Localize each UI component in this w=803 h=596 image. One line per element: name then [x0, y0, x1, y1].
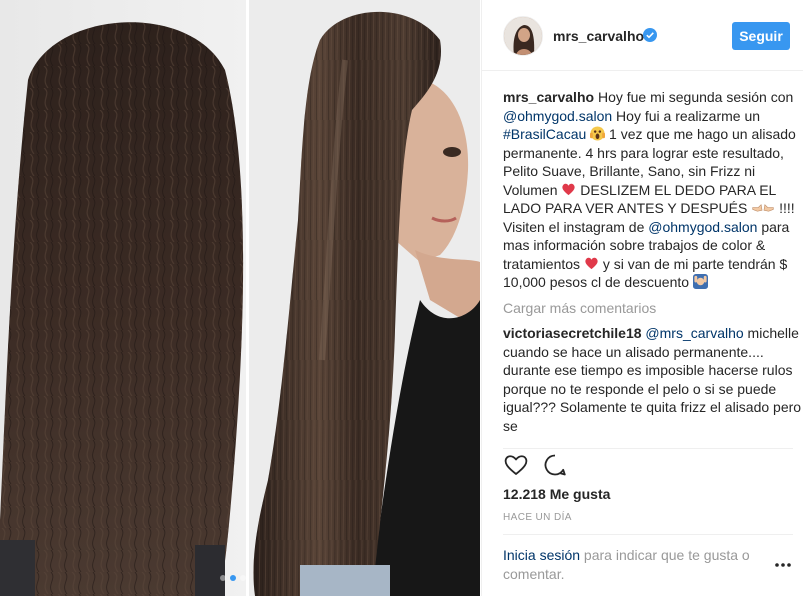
post-username[interactable]: mrs_carvalho — [553, 28, 644, 44]
pointing-hands-emoji-icon — [752, 204, 774, 212]
heart-emoji-icon — [585, 257, 598, 269]
caption-text: Hoy fue mi segunda sesión con — [594, 89, 794, 105]
before-after-hair-photo — [0, 0, 480, 596]
post-side-panel: mrs_carvalho Seguir mrs_carvalho Hoy fue… — [481, 0, 803, 596]
caption: mrs_carvalho Hoy fue mi segunda sesión c… — [503, 88, 803, 292]
login-prompt: Inicia sesión para indicar que te gusta … — [503, 546, 773, 584]
caption-text: Hoy fui a realizarme un — [612, 107, 761, 124]
comments-list: mrs_carvalho Hoy fue mi segunda sesión c… — [503, 88, 803, 443]
heart-emoji-icon — [562, 183, 576, 195]
likes-count[interactable]: 12.218 Me gusta — [503, 486, 610, 502]
carousel-dot-3 — [240, 575, 246, 581]
carousel-indicator — [220, 575, 246, 581]
login-link[interactable]: Inicia sesión — [503, 547, 580, 563]
carousel-dot-2 — [230, 575, 236, 581]
footer-divider — [503, 534, 793, 535]
comment-mention[interactable]: @mrs_carvalho — [645, 325, 743, 341]
comment-username[interactable]: victoriasecretchile18 — [503, 325, 642, 341]
more-options-icon[interactable] — [774, 562, 792, 568]
caption-hashtag[interactable]: #BrasilCacau — [503, 126, 586, 142]
comment-text: michelle cuando se hace un alisado perma… — [503, 325, 802, 434]
carousel-dot-1 — [220, 575, 226, 581]
scream-emoji-icon — [590, 126, 606, 141]
post-header: mrs_carvalho Seguir — [482, 0, 803, 71]
comment-item: victoriasecretchile18 @mrs_carvalho mich… — [503, 324, 803, 435]
post-image[interactable] — [0, 0, 480, 596]
actions-divider — [503, 448, 793, 450]
raised-hands-emoji-icon — [692, 274, 708, 289]
avatar[interactable] — [503, 16, 543, 56]
heart-icon[interactable] — [503, 452, 529, 478]
follow-button[interactable]: Seguir — [732, 22, 790, 50]
caption-username[interactable]: mrs_carvalho — [503, 89, 594, 105]
load-more-comments-link[interactable]: Cargar más comentarios — [503, 299, 803, 318]
verified-badge-icon — [643, 28, 657, 42]
avatar-photo — [504, 17, 542, 55]
comment-bubble-icon[interactable] — [542, 452, 568, 478]
post-timestamp: HACE UN DÍA — [503, 512, 572, 523]
caption-mention[interactable]: @ohmygod.salon — [503, 108, 612, 124]
caption-mention[interactable]: @ohmygod.salon — [648, 219, 757, 235]
